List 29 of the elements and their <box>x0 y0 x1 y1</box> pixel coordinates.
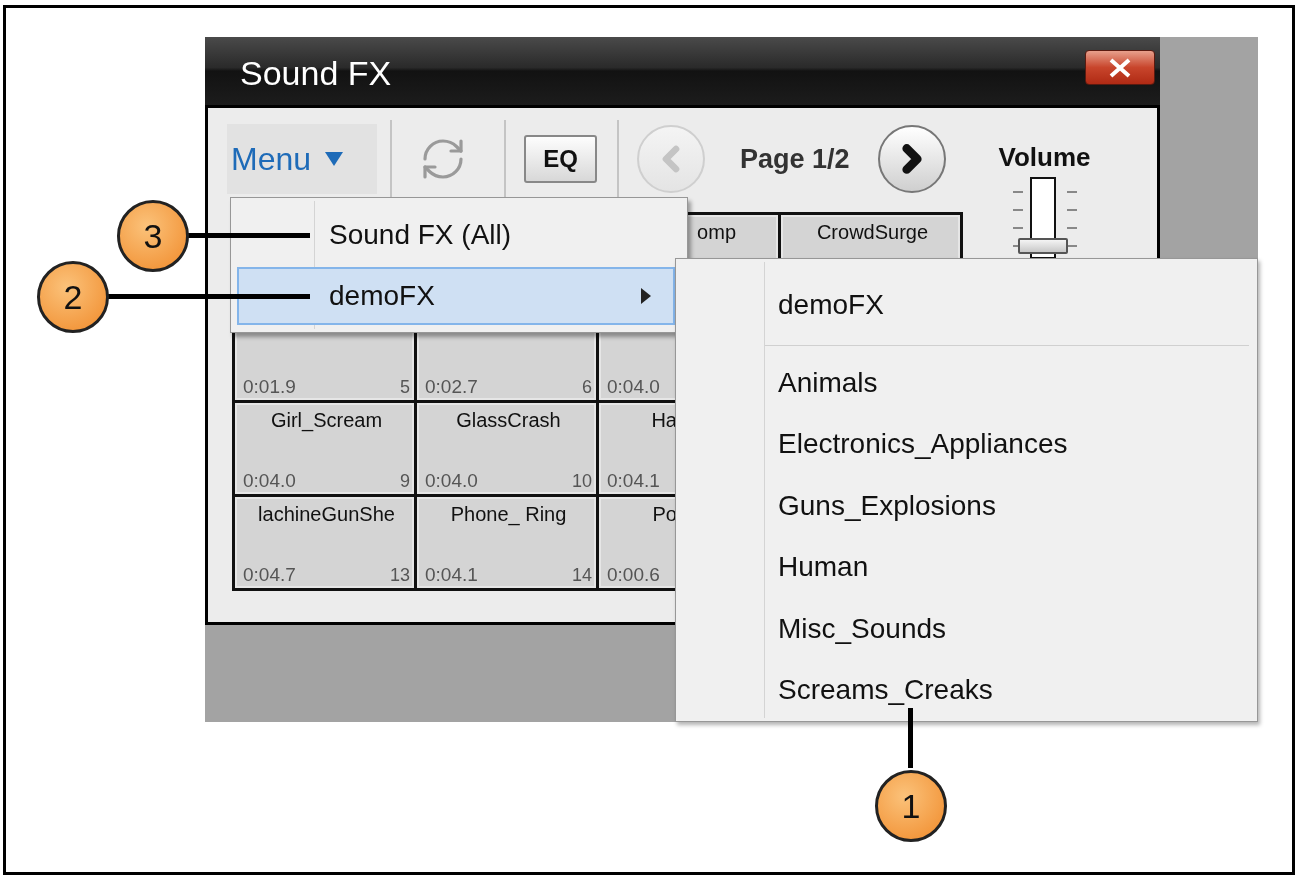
sound-duration: 0:04.1 <box>425 564 478 586</box>
pad-number: 9 <box>400 471 410 492</box>
sound-name: GlassCrash <box>456 409 561 433</box>
callout-number: 1 <box>875 770 947 842</box>
callout-number: 2 <box>37 261 109 333</box>
pad-number: 6 <box>582 377 592 398</box>
sound-duration: 0:01.9 <box>243 376 296 398</box>
sound-name: Ha <box>651 409 677 433</box>
sound-duration: 0:04.0 <box>607 376 660 398</box>
sound-name: Phone_ Ring <box>450 503 567 528</box>
sound-duration: 0:04.1 <box>607 470 660 492</box>
sound-duration: 0:00.6 <box>607 564 660 586</box>
pad-number: 14 <box>571 565 592 586</box>
sound-name: lachineGunShe <box>258 503 395 527</box>
sound-duration: 0:02.7 <box>425 376 478 398</box>
sound-duration: 0:04.0 <box>425 470 478 492</box>
volume-label: Volume <box>998 142 1091 173</box>
submenu-title: demoFX <box>777 288 885 322</box>
callout-number: 3 <box>117 200 189 272</box>
pad-number: 10 <box>571 471 592 492</box>
page-indicator: Page 1/2 <box>740 143 850 175</box>
pad-number: 13 <box>389 565 410 586</box>
sound-name: omp <box>697 221 736 245</box>
sound-duration: 0:04.0 <box>243 470 296 492</box>
window-title: Sound FX <box>240 54 392 93</box>
sound-duration: 0:04.7 <box>243 564 296 586</box>
sound-name: CrowdSurge <box>816 221 929 245</box>
sound-name: Girl_Scream <box>270 409 383 434</box>
pad-number: 5 <box>400 377 410 398</box>
